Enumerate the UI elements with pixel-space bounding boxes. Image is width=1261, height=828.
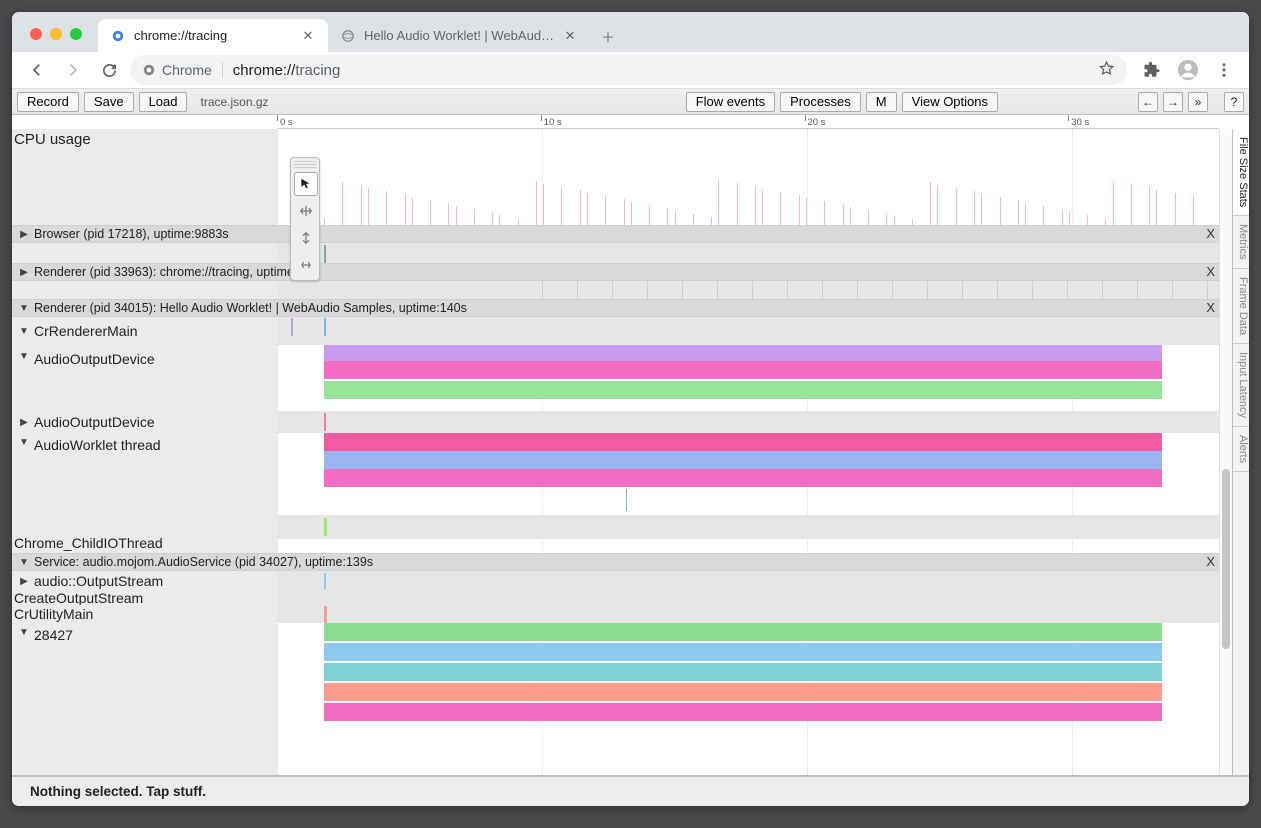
trace-event[interactable]: [324, 703, 1162, 721]
side-tab-metrics[interactable]: Metrics: [1233, 216, 1249, 268]
thread-audio-worklet[interactable]: ▼AudioWorklet thread: [12, 433, 277, 515]
browser-tab-tracing[interactable]: chrome://tracing ✕: [98, 19, 328, 52]
thread-cr-utility-main: CrUtilityMain: [12, 605, 277, 623]
m-button[interactable]: M: [866, 92, 897, 112]
maximize-window-icon[interactable]: [70, 28, 82, 40]
favicon-icon: [340, 28, 356, 44]
palette-grip-icon[interactable]: [294, 161, 316, 169]
thread-28427[interactable]: ▼28427: [12, 623, 277, 733]
timeline-view[interactable]: File Size Stats Metrics Frame Data Input…: [12, 129, 1249, 776]
thread-chrome-childio: Chrome_ChildIOThread: [12, 533, 277, 553]
back-button[interactable]: [22, 55, 52, 85]
tool-palette[interactable]: [290, 157, 320, 281]
load-button[interactable]: Load: [139, 92, 188, 112]
cpu-usage-label: CPU usage: [12, 129, 277, 225]
process-header-browser[interactable]: ▶Browser (pid 17218), uptime:9883s X: [12, 225, 1219, 243]
lane-audio-output-device[interactable]: [277, 345, 1219, 409]
favicon-icon: [110, 28, 126, 44]
close-window-icon[interactable]: [30, 28, 42, 40]
view-options-button[interactable]: View Options: [902, 92, 998, 112]
flow-events-button[interactable]: Flow events: [686, 92, 775, 112]
pointer-tool-icon[interactable]: [294, 172, 318, 196]
time-ruler: 0 s 10 s 20 s 30 s: [277, 115, 1219, 129]
cpu-usage-lane[interactable]: [277, 129, 1219, 225]
trace-event[interactable]: [324, 663, 1162, 681]
status-text: Nothing selected. Tap stuff.: [30, 784, 206, 799]
zoom-tool-icon[interactable]: [294, 226, 318, 250]
thread-audio-output-device[interactable]: ▼AudioOutputDevice: [12, 345, 277, 409]
address-bar: Chrome chrome://tracing: [12, 52, 1249, 89]
side-tab-framedata[interactable]: Frame Data: [1233, 269, 1249, 344]
minimize-window-icon[interactable]: [50, 28, 62, 40]
lane-28427[interactable]: [277, 623, 1219, 733]
trace-event[interactable]: [324, 451, 1162, 469]
thread-audio-output-device-2[interactable]: ▶AudioOutputDevice: [12, 411, 277, 433]
more-button[interactable]: »: [1188, 92, 1208, 112]
side-tab-filesize[interactable]: File Size Stats: [1233, 129, 1249, 216]
chrome-icon: [142, 63, 156, 77]
nav-left-button[interactable]: ←: [1138, 92, 1158, 112]
trace-event[interactable]: [324, 469, 1162, 487]
nav-right-button[interactable]: →: [1163, 92, 1183, 112]
side-tab-inputlatency[interactable]: Input Latency: [1233, 344, 1249, 427]
trace-event[interactable]: [324, 683, 1162, 701]
close-process-icon[interactable]: X: [1206, 264, 1215, 279]
timing-tool-icon[interactable]: [294, 253, 318, 277]
lane-audio-worklet[interactable]: [277, 433, 1219, 515]
extensions-icon[interactable]: [1137, 55, 1167, 85]
trace-event[interactable]: [324, 623, 1162, 641]
process-header-service[interactable]: ▼Service: audio.mojom.AudioService (pid …: [12, 553, 1219, 571]
trace-event[interactable]: [324, 433, 1162, 451]
trace-event[interactable]: [324, 381, 1162, 399]
trace-event[interactable]: [324, 361, 1162, 379]
pan-tool-icon[interactable]: [294, 199, 318, 223]
help-button[interactable]: ?: [1224, 92, 1244, 112]
trace-event[interactable]: [324, 643, 1162, 661]
reload-button[interactable]: [94, 55, 124, 85]
close-process-icon[interactable]: X: [1206, 300, 1215, 315]
close-tab-icon[interactable]: ✕: [562, 28, 578, 44]
tab-title: Hello Audio Worklet! | WebAud…: [364, 28, 554, 43]
close-tab-icon[interactable]: ✕: [300, 28, 316, 44]
process-header-renderer2[interactable]: ▼Renderer (pid 34015): Hello Audio Workl…: [12, 299, 1219, 317]
record-button[interactable]: Record: [17, 92, 79, 112]
close-process-icon[interactable]: X: [1206, 226, 1215, 241]
side-tab-alerts[interactable]: Alerts: [1233, 427, 1249, 472]
loaded-filename: trace.json.gz: [200, 95, 268, 109]
close-process-icon[interactable]: X: [1206, 554, 1215, 569]
thread-cr-renderer-main[interactable]: ▼CrRendererMain: [12, 317, 277, 345]
vertical-scrollbar[interactable]: [1219, 129, 1232, 775]
tab-strip: chrome://tracing ✕ Hello Audio Worklet! …: [12, 12, 1249, 52]
processes-button[interactable]: Processes: [780, 92, 861, 112]
thread-audio-output-stream[interactable]: ▶audio::OutputStream: [12, 571, 277, 591]
bookmark-star-icon[interactable]: [1098, 60, 1115, 80]
overflow-menu-icon[interactable]: [1209, 55, 1239, 85]
omnibox-chip: Chrome: [162, 62, 212, 78]
profile-avatar-icon[interactable]: [1173, 55, 1203, 85]
side-tab-strip: File Size Stats Metrics Frame Data Input…: [1232, 129, 1249, 775]
tab-title: chrome://tracing: [134, 28, 227, 43]
save-button[interactable]: Save: [84, 92, 134, 112]
selection-footer: Nothing selected. Tap stuff.: [12, 776, 1249, 806]
omnibox-url: chrome://tracing: [233, 62, 341, 79]
omnibox[interactable]: Chrome chrome://tracing: [130, 55, 1127, 85]
process-header-renderer1[interactable]: ▶Renderer (pid 33963): chrome://tracing,…: [12, 263, 1219, 281]
browser-tab-audio[interactable]: Hello Audio Worklet! | WebAud… ✕: [328, 19, 590, 52]
new-tab-button[interactable]: ＋: [594, 22, 622, 50]
window-controls: [22, 28, 90, 52]
tracing-toolbar: Record Save Load trace.json.gz Flow even…: [12, 89, 1249, 115]
forward-button[interactable]: [58, 55, 88, 85]
